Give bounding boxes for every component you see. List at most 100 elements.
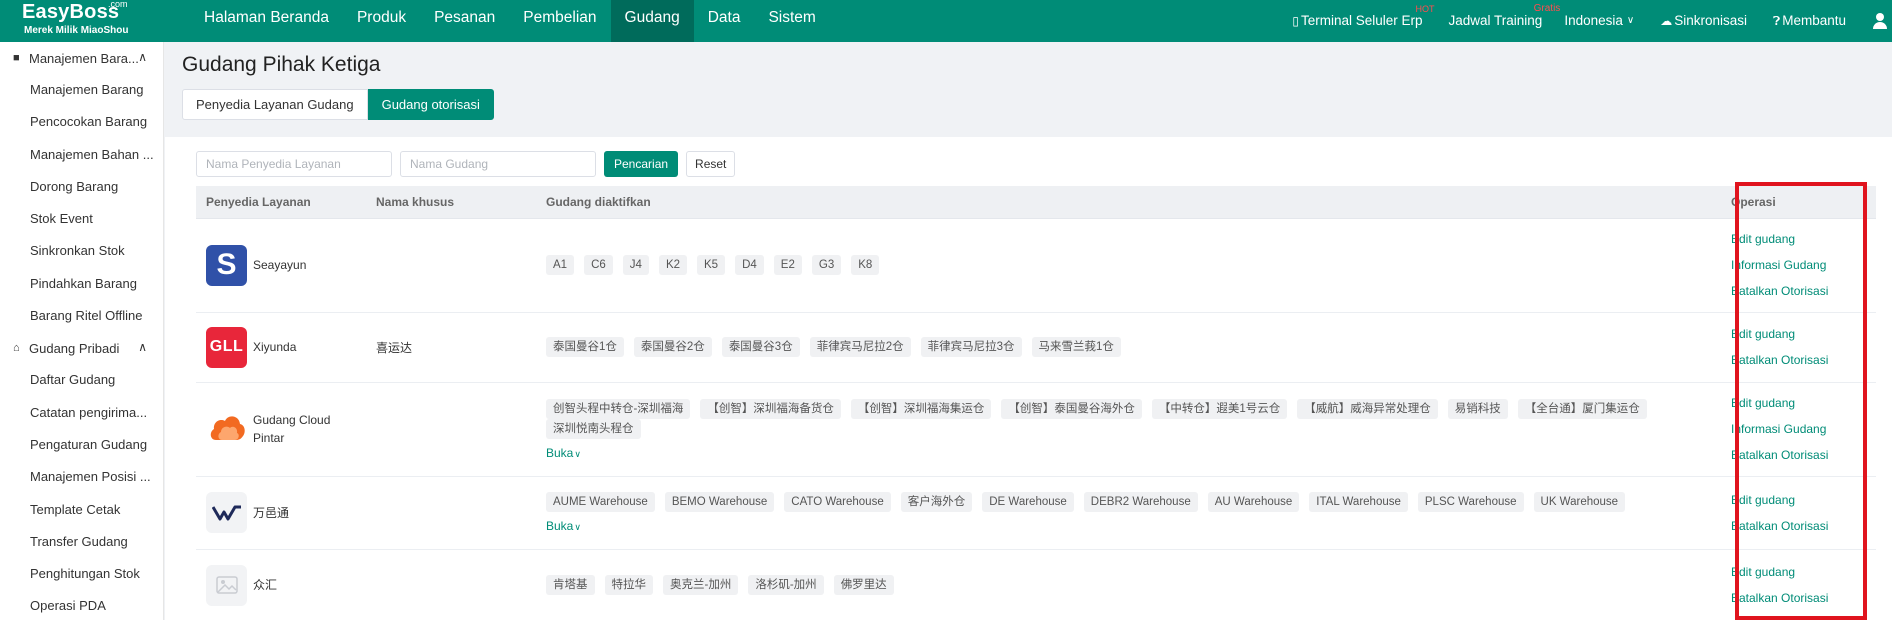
nav-home[interactable]: Halaman Beranda [190, 0, 343, 42]
nav-products[interactable]: Produk [343, 0, 420, 42]
training-label: Jadwal Training [1448, 13, 1543, 28]
sidebar-item-warehouse-settings[interactable]: Pengaturan Gudang [0, 429, 163, 461]
warehouse-tag: 奥克兰-加州 [663, 575, 739, 595]
sidebar-item-shipping-records[interactable]: Catatan pengirima... [0, 397, 163, 429]
mobile-terminal-link[interactable]: ▯ Terminal Seluler Erp HOT [1292, 0, 1434, 42]
provider: 众汇 [206, 564, 366, 606]
sidebar-item-warehouse-transfer[interactable]: Transfer Gudang [0, 526, 163, 558]
main-nav: Halaman Beranda Produk Pesanan Pembelian… [190, 0, 830, 42]
tab-authorized-warehouse[interactable]: Gudang otorisasi [367, 89, 494, 120]
edit-warehouse-link[interactable]: Edit gudang [1731, 559, 1876, 585]
cloud-icon: ☁ [1660, 14, 1673, 28]
table-row: GLL Xiyunda 喜运达 泰国曼谷1仓 泰国曼谷2仓 泰国曼谷3仓 菲律宾… [196, 312, 1876, 383]
warehouse-tag: UK Warehouse [1533, 492, 1626, 512]
filter-bar: Pencarian Reset [196, 151, 736, 177]
nav-orders[interactable]: Pesanan [420, 0, 509, 42]
table-header-row: Penyedia Layanan Nama khusus Gudang diak… [196, 186, 1876, 219]
nav-data[interactable]: Data [694, 0, 755, 42]
provider-name: Xiyunda [253, 340, 297, 354]
provider-cell: Gudang Cloud Pintar [196, 382, 366, 477]
search-button[interactable]: Pencarian [604, 151, 679, 177]
sidebar-item-product-matching[interactable]: Pencocokan Barang [0, 106, 163, 138]
main-content: Gudang Pihak Ketiga Penyedia Layanan Gud… [165, 42, 1892, 620]
logo[interactable]: EasyBoss .com Merek Milik MiaoShou [0, 0, 180, 42]
warehouse-tag: 【创智】深圳福海备货仓 [700, 398, 841, 419]
warehouse-tag: G3 [811, 255, 842, 275]
warehouse-tags: 泰国曼谷1仓 泰国曼谷2仓 泰国曼谷3仓 菲律宾马尼拉2仓 菲律宾马尼拉3仓 马… [546, 337, 1724, 357]
sidebar-item-product-management[interactable]: Manajemen Barang [0, 74, 163, 106]
sidebar-item-sync-stock[interactable]: Sinkronkan Stok [0, 235, 163, 267]
edit-warehouse-link[interactable]: Edit gudang [1731, 226, 1876, 252]
warehouse-name-input[interactable] [400, 151, 596, 177]
sidebar-item-offline-retail[interactable]: Barang Ritel Offline [0, 300, 163, 332]
warehouse-tag: 马来雪兰莪1仓 [1031, 337, 1121, 357]
provider-logo: GLL [206, 326, 247, 368]
cloud-warehouse-logo-icon [206, 408, 247, 450]
nav-warehouse[interactable]: Gudang [610, 0, 694, 42]
winit-logo-icon [206, 492, 247, 533]
custom-name [366, 476, 536, 550]
warehouse-tag: E2 [773, 255, 802, 275]
tab-warehouse-provider[interactable]: Penyedia Layanan Gudang [182, 89, 368, 120]
warehouse-tag: K2 [658, 255, 688, 275]
sidebar-item-position-management[interactable]: Manajemen Posisi ... [0, 461, 163, 493]
nav-purchase[interactable]: Pembelian [509, 0, 610, 42]
sidebar-item-pda-operation[interactable]: Operasi PDA [0, 590, 163, 620]
top-navbar: EasyBoss .com Merek Milik MiaoShou Halam… [0, 0, 1892, 42]
warehouse-tag: K5 [697, 255, 726, 275]
nav-system[interactable]: Sistem [754, 0, 829, 42]
table-row: S Seayayun A1 C6 J4 K2 K5 D4 E2 G3 K8 Ed… [196, 218, 1876, 313]
custom-name: 喜运达 [366, 312, 536, 383]
sidebar-item-push-products[interactable]: Dorong Barang [0, 171, 163, 203]
table-row: Gudang Cloud Pintar 创智头程中转仓-深圳福海 【创智】深圳福… [196, 382, 1876, 477]
reset-button[interactable]: Reset [686, 151, 736, 177]
warehouse-tag: A1 [546, 255, 575, 275]
edit-warehouse-link[interactable]: Edit gudang [1731, 487, 1876, 513]
col-header-active-warehouses: Gudang diaktifkan [536, 186, 1724, 219]
sidebar-item-event-stock[interactable]: Stok Event [0, 203, 163, 235]
cancel-authorization-link[interactable]: Batalkan Otorisasi [1731, 278, 1876, 304]
warehouse-tag: DEBR2 Warehouse [1083, 492, 1198, 512]
provider-name-input[interactable] [196, 151, 392, 177]
language-select[interactable]: Indonesia ∨ [1564, 0, 1634, 42]
warehouse-tags: A1 C6 J4 K2 K5 D4 E2 G3 K8 [546, 255, 1724, 275]
sidebar-item-print-template[interactable]: Template Cetak [0, 494, 163, 526]
tab-bar: Penyedia Layanan Gudang Gudang otorisasi [182, 89, 494, 120]
sidebar-item-stock-count[interactable]: Penghitungan Stok [0, 558, 163, 590]
warehouse-tag: BEMO Warehouse [664, 492, 775, 512]
edit-warehouse-link[interactable]: Edit gudang [1731, 390, 1876, 416]
training-link[interactable]: Jadwal Training Gratis [1448, 0, 1561, 42]
cancel-authorization-link[interactable]: Batalkan Otorisasi [1731, 347, 1876, 373]
warehouse-tag: 易销科技 [1447, 398, 1508, 419]
cancel-authorization-link[interactable]: Batalkan Otorisasi [1731, 442, 1876, 468]
warehouse-tag: PLSC Warehouse [1417, 492, 1524, 512]
provider: GLL Xiyunda [206, 326, 366, 368]
sidebar-group-private-warehouse[interactable]: ⌂ Gudang Pribadi ∧ [0, 332, 163, 364]
operations-cell: Edit gudang Batalkan Otorisasi [1724, 549, 1876, 620]
sync-button[interactable]: ☁ Sinkronisasi [1660, 0, 1747, 42]
help-button[interactable]: ❓︎ Membantu [1773, 0, 1846, 42]
provider-cell: 众汇 [196, 549, 366, 620]
expand-link[interactable]: Buka∨ [546, 446, 581, 460]
cancel-authorization-link[interactable]: Batalkan Otorisasi [1731, 513, 1876, 539]
expand-link[interactable]: Buka∨ [546, 519, 581, 533]
operations-cell: Edit gudang Informasi Gudang Batalkan Ot… [1724, 218, 1876, 313]
sidebar-item-move-products[interactable]: Pindahkan Barang [0, 268, 163, 300]
custom-name [366, 549, 536, 620]
warehouse-tag: 特拉华 [604, 575, 653, 595]
sidebar-group-product-management[interactable]: ■ Manajemen Bara... ∧ [0, 42, 163, 74]
provider-name: Seayayun [253, 258, 307, 272]
edit-warehouse-link[interactable]: Edit gudang [1731, 321, 1876, 347]
chevron-down-icon: ∨ [574, 522, 581, 532]
warehouse-tag: 泰国曼谷1仓 [546, 337, 624, 357]
language-label: Indonesia [1564, 13, 1623, 28]
sidebar-item-warehouse-list[interactable]: Daftar Gudang [0, 364, 163, 396]
warehouses-cell: 泰国曼谷1仓 泰国曼谷2仓 泰国曼谷3仓 菲律宾马尼拉2仓 菲律宾马尼拉3仓 马… [536, 312, 1724, 383]
warehouse-info-link[interactable]: Informasi Gudang [1731, 416, 1876, 442]
cancel-authorization-link[interactable]: Batalkan Otorisasi [1731, 585, 1876, 611]
custom-name [366, 382, 536, 477]
warehouse-info-link[interactable]: Informasi Gudang [1731, 252, 1876, 278]
user-menu[interactable] [1872, 0, 1892, 42]
warehouse-tag: 洛杉矶-加州 [748, 575, 824, 595]
sidebar-item-material-management[interactable]: Manajemen Bahan ... [0, 139, 163, 171]
